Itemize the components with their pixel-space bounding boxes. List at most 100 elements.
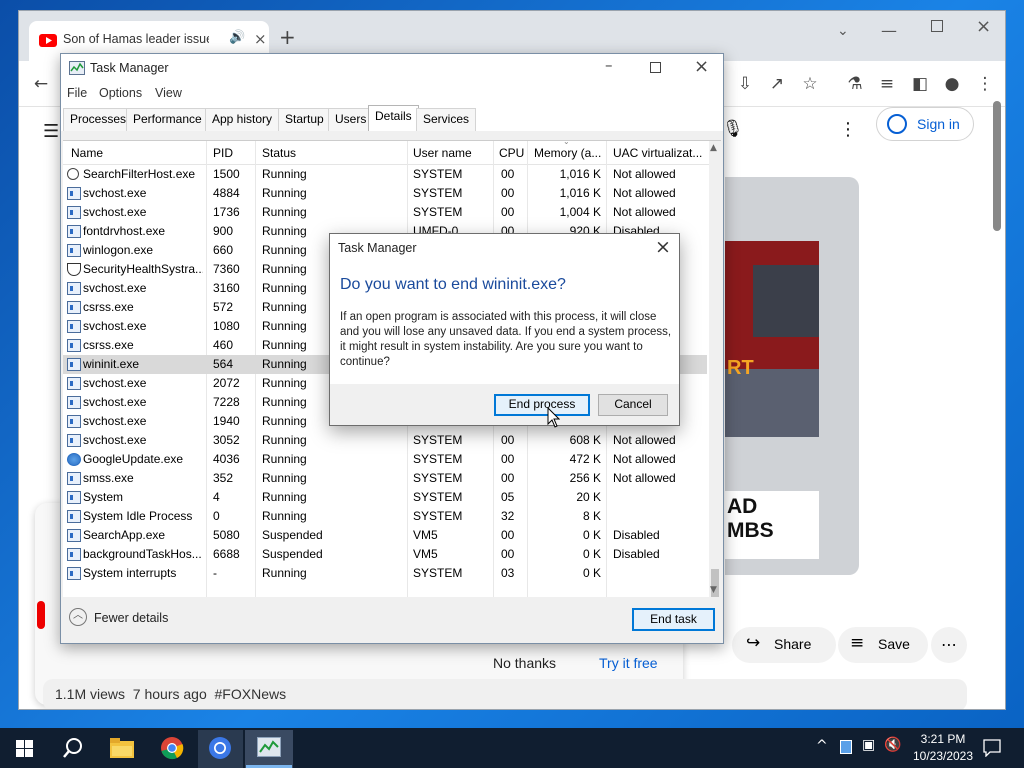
page-scrollbar[interactable]: [993, 101, 1001, 231]
close-tab-icon[interactable]: ×: [254, 30, 267, 48]
network-icon[interactable]: ▣: [862, 737, 875, 753]
chrome-menu-icon[interactable]: ⋮: [973, 72, 997, 96]
close-window-icon[interactable]: ×: [976, 16, 991, 37]
table-row[interactable]: SearchFilterHost.exe 1500 Running SYSTEM 00 1…: [63, 165, 707, 184]
cell-pid: 6688: [213, 547, 240, 561]
cell-status: Running: [262, 490, 307, 504]
tab-app-history[interactable]: App history: [205, 108, 280, 131]
app-window-icon: [67, 415, 81, 428]
save-button[interactable]: ≡ Save: [838, 627, 928, 663]
hamburger-menu-icon[interactable]: ☰: [43, 121, 59, 142]
col-pid[interactable]: PID: [213, 146, 233, 160]
share-button[interactable]: ↪ Share: [732, 627, 836, 663]
tm-maximize-icon[interactable]: [650, 62, 661, 73]
tab-search-icon[interactable]: ⌄: [837, 23, 849, 39]
tm-close-icon[interactable]: ×: [694, 56, 709, 77]
windows-start-icon[interactable]: [16, 740, 33, 757]
cell-user: SYSTEM: [413, 509, 463, 523]
table-row[interactable]: svchost.exe 3052 Running SYSTEM 00 608 K Not a…: [63, 431, 707, 450]
tab-services[interactable]: Services: [416, 108, 477, 131]
save-label: Save: [878, 636, 910, 652]
end-process-button[interactable]: End process: [494, 394, 590, 416]
user-icon: [887, 114, 907, 134]
tab-processes[interactable]: Processes: [63, 108, 134, 131]
col-memory[interactable]: Memory (a...: [534, 146, 601, 160]
fewer-details-link[interactable]: Fewer details: [94, 611, 168, 625]
more-actions-icon[interactable]: ⋯: [931, 627, 967, 663]
notifications-icon[interactable]: [983, 739, 1001, 757]
col-user-name[interactable]: User name: [413, 146, 472, 160]
app-window-icon: [67, 434, 81, 447]
col-uac[interactable]: UAC virtualizat...: [613, 146, 702, 160]
end-task-button[interactable]: End task: [632, 608, 715, 631]
clock-date[interactable]: 10/23/2023: [909, 749, 977, 763]
minimize-icon[interactable]: —: [881, 21, 897, 40]
col-cpu[interactable]: CPU: [499, 146, 524, 160]
app-window-icon: [67, 187, 81, 200]
cell-mem: 1,004 K: [559, 205, 601, 219]
table-row[interactable]: smss.exe 352 Running SYSTEM 00 256 K Not allow…: [63, 469, 707, 488]
table-row[interactable]: System interrupts - Running SYSTEM 03 0 K: [63, 564, 707, 583]
video-thumbnail[interactable]: RT AD MBS: [725, 177, 859, 575]
table-row[interactable]: backgroundTaskHos... 6688 Suspended VM5 00 0 …: [63, 545, 707, 564]
chevron-up-icon[interactable]: ︿: [69, 608, 87, 626]
mic-icon[interactable]: 🎙: [722, 119, 744, 139]
tab-users[interactable]: Users: [328, 108, 374, 131]
cell-name: backgroundTaskHos...: [83, 547, 202, 561]
task-manager-taskbar-icon[interactable]: [257, 737, 281, 757]
tm-vertical-scrollbar[interactable]: ▲ ▼: [709, 141, 721, 597]
tm-minimize-icon[interactable]: –: [605, 56, 613, 74]
tablet-icon[interactable]: [840, 740, 852, 754]
table-row[interactable]: System Idle Process 0 Running SYSTEM 32 8 K: [63, 507, 707, 526]
table-row[interactable]: svchost.exe 4884 Running SYSTEM 00 1,016 K Not…: [63, 184, 707, 203]
tab-title: Son of Hamas leader issues: [63, 32, 209, 46]
col-status[interactable]: Status: [262, 146, 296, 160]
extensions-icon[interactable]: ⚗: [843, 72, 867, 96]
scroll-down-icon[interactable]: ▼: [710, 585, 717, 595]
no-thanks-button[interactable]: No thanks: [493, 655, 556, 671]
cell-uac: Disabled: [613, 528, 660, 542]
back-icon[interactable]: ←: [29, 72, 53, 96]
side-panel-icon[interactable]: ◧: [908, 72, 932, 96]
table-row[interactable]: SearchApp.exe 5080 Suspended VM5 00 0 K Disabl…: [63, 526, 707, 545]
task-manager-title: Task Manager: [90, 61, 169, 75]
menu-file[interactable]: File: [67, 86, 87, 100]
settings-dots-icon[interactable]: ⋮: [839, 119, 857, 140]
col-name[interactable]: Name: [71, 146, 103, 160]
share-page-icon[interactable]: ↗: [765, 72, 789, 96]
tab-details[interactable]: Details: [368, 105, 419, 131]
app-window-icon: [67, 301, 81, 314]
search-icon[interactable]: [62, 737, 84, 759]
app-window-icon: [67, 358, 81, 371]
cell-name: svchost.exe: [83, 376, 147, 390]
chrome-icon[interactable]: [160, 736, 184, 760]
file-explorer-icon[interactable]: [110, 738, 134, 758]
new-tab-icon[interactable]: +: [279, 25, 296, 49]
cell-mem: 0 K: [582, 528, 601, 542]
table-row[interactable]: GoogleUpdate.exe 4036 Running SYSTEM 00 472 K…: [63, 450, 707, 469]
chevron-up-tray-icon[interactable]: ^: [816, 738, 828, 754]
menu-options[interactable]: Options: [99, 86, 142, 100]
scroll-up-icon[interactable]: ▲: [710, 143, 717, 153]
volume-muted-icon[interactable]: 🔇: [884, 737, 901, 753]
chrome-browser-icon[interactable]: [208, 736, 232, 760]
media-control-icon[interactable]: ≡: [875, 72, 899, 96]
sign-in-button[interactable]: Sign in: [876, 107, 974, 141]
profile-icon[interactable]: ●: [940, 72, 964, 96]
bookmark-star-icon[interactable]: ☆: [798, 72, 822, 96]
table-row[interactable]: System 4 Running SYSTEM 05 20 K: [63, 488, 707, 507]
menu-view[interactable]: View: [155, 86, 182, 100]
dialog-close-icon[interactable]: ×: [655, 236, 671, 258]
table-row[interactable]: svchost.exe 1736 Running SYSTEM 00 1,004 K Not…: [63, 203, 707, 222]
clock-time[interactable]: 3:21 PM: [917, 732, 969, 746]
cancel-button[interactable]: Cancel: [598, 394, 668, 416]
description-box[interactable]: 1.1M views 7 hours ago #FOXNews: [43, 679, 967, 709]
cell-user: SYSTEM: [413, 452, 463, 466]
cell-status: Running: [262, 167, 307, 181]
maximize-icon[interactable]: [931, 20, 943, 32]
try-it-free-button[interactable]: Try it free: [599, 655, 658, 671]
tab-startup[interactable]: Startup: [278, 108, 331, 131]
speaker-icon[interactable]: 🔊: [229, 30, 245, 45]
tab-performance[interactable]: Performance: [126, 108, 209, 131]
install-icon[interactable]: ⇩: [733, 72, 757, 96]
